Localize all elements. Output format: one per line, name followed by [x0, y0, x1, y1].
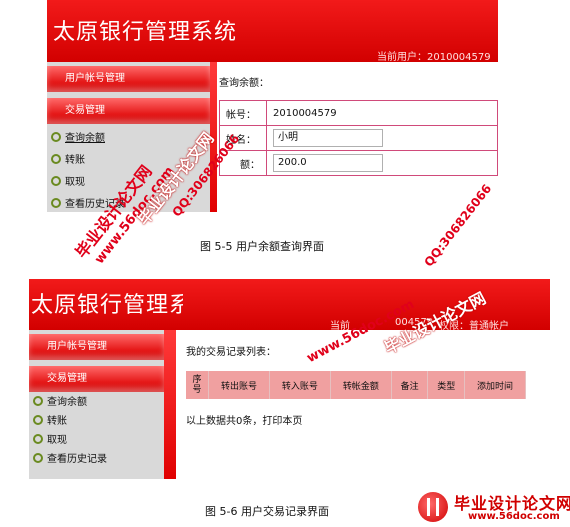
form-row-name: 姓名： 小明	[219, 125, 498, 151]
table-footer-note: 以上数据共0条，打印本页	[186, 416, 303, 427]
divider-strip	[164, 330, 176, 479]
account-label: 帐号：	[219, 100, 267, 126]
bullet-icon	[51, 154, 61, 164]
col-header-remark: 备注	[391, 371, 429, 399]
bullet-icon	[33, 415, 43, 425]
transaction-table: 序号 转出账号 转入账号 转帐金额 备注 类型 添加时间	[186, 371, 526, 399]
screenshot-balance-query: 太原银行管理系统 当前用户：2010004579 用户帐号管理 交易管理 查询余…	[47, 0, 498, 212]
form-row-balance: 额： 200.0	[219, 150, 498, 176]
col-header-to-account: 转入账号	[269, 371, 331, 399]
balance-form: 帐号： 2010004579 姓名： 小明 额： 200.0	[219, 100, 498, 176]
col-header-index: 序号	[186, 371, 209, 399]
menu-item-transfer[interactable]: 转账	[29, 412, 164, 431]
bullet-icon	[33, 396, 43, 406]
content-title: 我的交易记录列表：	[186, 347, 276, 358]
menu-item-balance[interactable]: 查询余额	[29, 393, 164, 412]
col-header-from-account: 转出账号	[208, 371, 270, 399]
bullet-icon	[51, 176, 61, 186]
menu-section-account[interactable]: 用户帐号管理	[29, 334, 164, 360]
logo-seal-icon	[418, 492, 448, 522]
menu-section-transactions[interactable]: 交易管理	[47, 98, 210, 124]
current-user: 当前用户：2010004579	[377, 52, 491, 63]
figure-caption-5-6: 图 5-6 用户交易记录界面	[205, 505, 329, 518]
account-value: 2010004579	[266, 100, 498, 126]
form-row-account: 帐号： 2010004579	[219, 100, 498, 126]
app-title: 太原银行管理系统	[31, 293, 183, 318]
content-title: 查询余额：	[219, 78, 269, 89]
bullet-icon	[33, 453, 43, 463]
table-header-row: 序号 转出账号 转入账号 转帐金额 备注 类型 添加时间	[186, 371, 526, 399]
name-field[interactable]: 小明	[273, 129, 383, 147]
sidebar: 用户帐号管理 交易管理 查询余额 转账 取现 查看历史记录	[29, 330, 164, 479]
balance-field[interactable]: 200.0	[273, 154, 383, 172]
logo-url: www.56doc.com	[468, 511, 560, 522]
col-header-type: 类型	[427, 371, 466, 399]
menu-item-history[interactable]: 查看历史记录	[29, 450, 164, 469]
bullet-icon	[51, 132, 61, 142]
figure-caption-5-5: 图 5-5 用户余额查询界面	[200, 240, 324, 253]
menu-item-withdraw[interactable]: 取现	[29, 431, 164, 450]
menu-section-account[interactable]: 用户帐号管理	[47, 66, 210, 92]
menu-list: 查询余额 转账 取现 查看历史记录	[29, 393, 164, 469]
col-header-time: 添加时间	[464, 371, 526, 399]
app-banner: 太原银行管理系统 当前用户：2010004579	[47, 0, 498, 63]
app-title: 太原银行管理系统	[53, 20, 238, 45]
site-logo: 毕业设计论文网 www.56doc.com	[418, 490, 570, 527]
bullet-icon	[33, 434, 43, 444]
bullet-icon	[51, 198, 61, 208]
col-header-amount: 转帐金额	[330, 371, 392, 399]
content-area: 查询余额： 帐号： 2010004579 姓名： 小明 额： 200.0	[217, 62, 498, 212]
menu-section-transactions[interactable]: 交易管理	[29, 366, 164, 392]
content-area: 我的交易记录列表： 序号 转出账号 转入账号 转帐金额 备注 类型 添加时间 以…	[176, 330, 550, 479]
